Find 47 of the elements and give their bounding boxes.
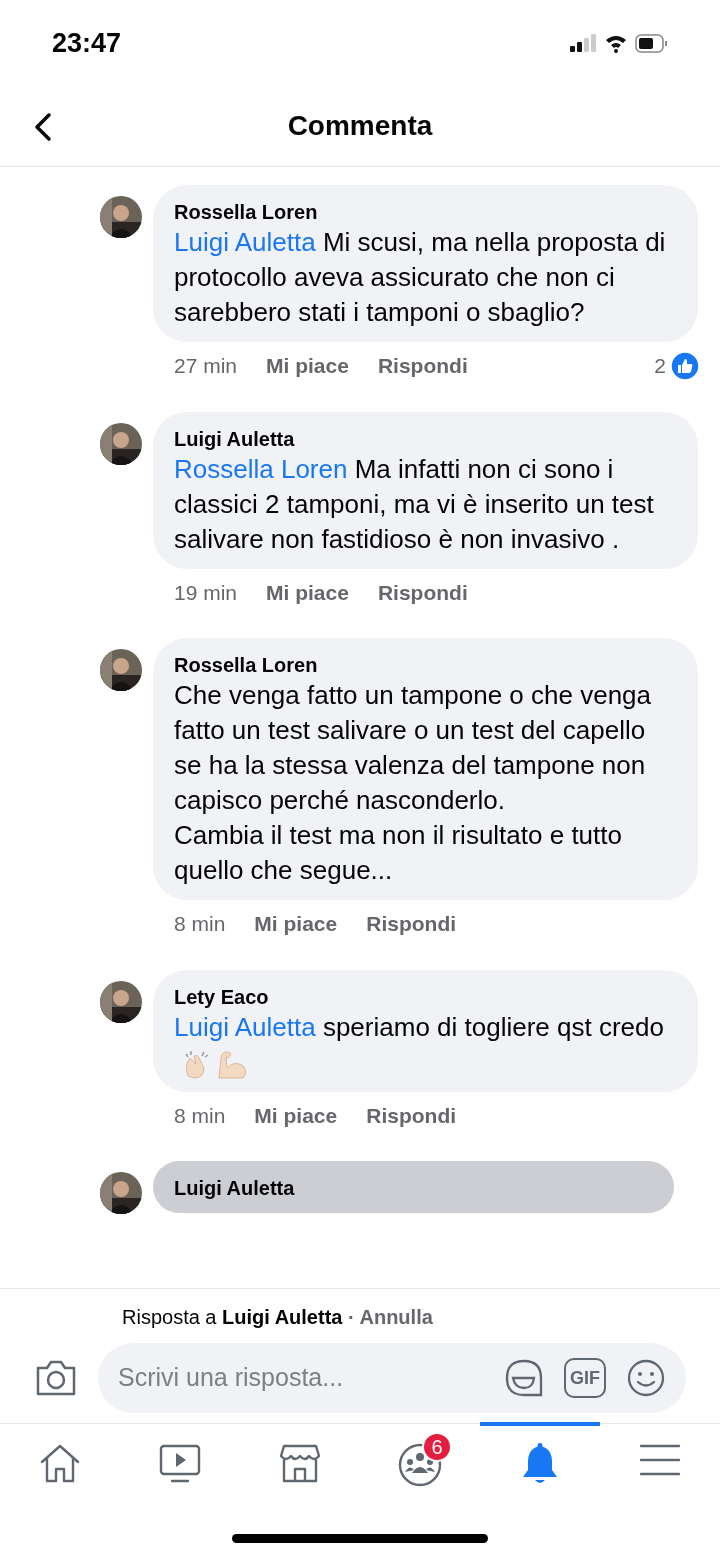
comment-time: 8 min xyxy=(174,1102,226,1129)
like-button[interactable]: Mi piace xyxy=(254,1099,338,1132)
signal-icon xyxy=(570,33,597,53)
mention-link[interactable]: Luigi Auletta xyxy=(174,227,316,257)
gif-button[interactable]: GIF xyxy=(564,1358,606,1398)
groups-icon xyxy=(397,1442,443,1488)
wifi-icon xyxy=(605,33,627,53)
sticker-icon xyxy=(504,1358,544,1398)
nav-tab[interactable]: 6 xyxy=(360,1422,480,1523)
comment-text: Luigi Auletta Mi scusi, ma nella proposta di protocollo aveva assicurato che non ci sarebbero stati i tamponi o sbaglio? xyxy=(174,226,667,329)
cancel-link[interactable]: · Annulla xyxy=(348,1306,433,1328)
thumbs-up-icon xyxy=(670,350,700,381)
notification-badge: 6 xyxy=(422,1432,452,1462)
comment-author: Rossella Loren xyxy=(174,653,319,678)
battery-icon xyxy=(635,33,668,53)
comment-author: Lety Eaco xyxy=(174,984,270,1010)
store-icon xyxy=(278,1442,322,1484)
comment-time: 8 min xyxy=(174,911,226,937)
comment-text: Che venga fatto un tampone o che venga fatto un test salivare o un test del capello se ha la stessa valenza del tampone non capisco perché nasconderlo. Cambia il test ma non il risultato e tutto quello che segue... xyxy=(174,679,652,887)
reply-input[interactable]: Scrivi una risposta... GIF xyxy=(98,1343,686,1413)
status-time: 23:47 xyxy=(52,26,122,60)
comment-author: Luigi Auletta xyxy=(174,1176,296,1202)
comment-time: 19 min xyxy=(174,579,238,606)
reply-button[interactable]: Rispondi xyxy=(366,908,457,940)
video-icon xyxy=(158,1442,202,1484)
emoji-icon xyxy=(626,1358,666,1398)
reaction-count: 2 xyxy=(654,353,666,379)
home-icon xyxy=(38,1442,82,1484)
menu-icon xyxy=(639,1442,681,1478)
like-button[interactable]: Mi piace xyxy=(254,908,338,940)
reply-context: Risposta a Luigi Auletta · Annulla xyxy=(121,1305,434,1330)
reply-button[interactable]: Rispondi xyxy=(366,1099,457,1132)
bell-icon xyxy=(520,1442,560,1486)
comment-text: Luigi Auletta speriamo di togliere qst credo xyxy=(174,1009,677,1080)
comment-author: Luigi Auletta xyxy=(174,426,296,452)
comment-time: 27 min xyxy=(174,353,238,379)
camera-icon xyxy=(34,1359,78,1397)
comment-text: Rossella Loren Ma infatti non ci sono i classici 2 tamponi, ma vi è inserito un test salivare non fastidioso è non invasivo . xyxy=(174,452,655,556)
comment-author: Rossella Loren xyxy=(174,200,319,225)
like-button[interactable]: Mi piace xyxy=(266,576,349,608)
mention-link[interactable]: Rossella Loren xyxy=(174,453,348,484)
back-icon xyxy=(32,112,54,142)
like-button[interactable]: Mi piace xyxy=(266,350,349,382)
reply-button[interactable]: Rispondi xyxy=(377,350,468,382)
page-title: Commenta xyxy=(287,109,433,143)
reply-button[interactable]: Rispondi xyxy=(377,576,468,608)
mention-link[interactable]: Luigi Auletta xyxy=(174,1011,316,1042)
